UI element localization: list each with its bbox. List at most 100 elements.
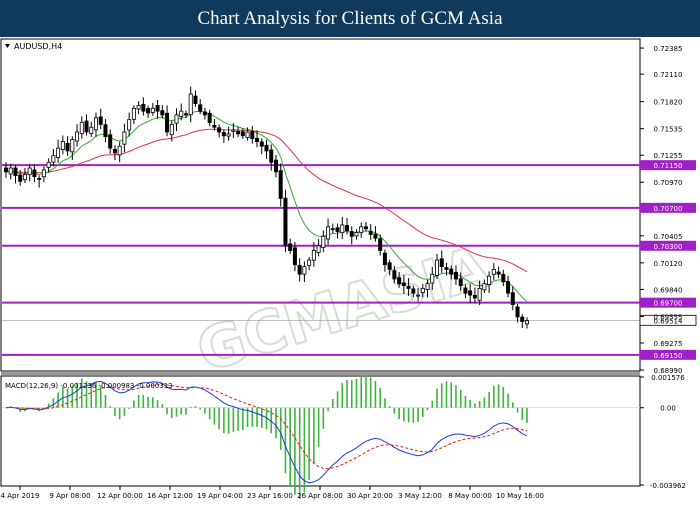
- time-tick-label: 10 May 16:00: [496, 492, 544, 500]
- candle-body: [321, 235, 326, 248]
- candle-body: [108, 134, 113, 149]
- candle-body: [463, 287, 468, 294]
- candle-body: [468, 290, 473, 296]
- price-tick-label: 0.69275: [654, 340, 683, 348]
- candle-body: [477, 288, 482, 301]
- candle-body: [56, 147, 61, 158]
- candle-body: [60, 141, 65, 151]
- candle-body: [212, 124, 217, 128]
- time-tick-label: 8 May 00:00: [448, 492, 492, 500]
- candle-body: [387, 262, 392, 270]
- candle-body: [37, 177, 42, 180]
- level-price-label: 0.70700: [654, 205, 683, 213]
- candle-body: [51, 155, 56, 163]
- price-chart[interactable]: GCMASIA 0.711500.707000.703000.697000.69…: [0, 37, 700, 500]
- time-tick-label: 30 Apr 20:00: [347, 492, 393, 500]
- candle-body: [117, 145, 122, 156]
- candle-body: [259, 141, 264, 147]
- candle-body: [207, 112, 212, 123]
- candle-body: [136, 105, 141, 110]
- candle-body: [226, 133, 231, 137]
- macd-label: MACD(12,26,9) -0.001236 -0.000983 -0.000…: [5, 382, 173, 390]
- candle-body: [316, 245, 321, 253]
- candle-body: [501, 273, 506, 283]
- candle-body: [150, 107, 155, 113]
- price-tick-label: 0.71820: [654, 99, 683, 107]
- candle-body: [89, 126, 94, 134]
- candle-body: [231, 129, 236, 132]
- candle-body: [269, 149, 274, 163]
- candle-body: [32, 169, 37, 177]
- candle-body: [420, 288, 425, 293]
- candle-body: [93, 117, 98, 131]
- candle-body: [482, 283, 487, 291]
- candle-body: [245, 131, 250, 138]
- price-tick-label: 0.72110: [654, 71, 683, 79]
- page-title: Chart Analysis for Clients of GCM Asia: [0, 0, 700, 37]
- candle-body: [359, 226, 364, 233]
- candle-body: [397, 277, 402, 285]
- candle-body: [444, 267, 449, 270]
- candle-body: [382, 252, 387, 266]
- candle-body: [141, 103, 146, 112]
- candle-body: [250, 131, 255, 140]
- macd-tick-label: 0.00: [660, 405, 676, 413]
- candle-body: [406, 285, 411, 289]
- price-tick-label: 0.69840: [654, 286, 683, 294]
- candle-body: [278, 170, 283, 199]
- time-tick-label: 9 Apr 08:00: [49, 492, 90, 500]
- candle-body: [453, 271, 458, 280]
- candle-body: [373, 233, 378, 239]
- candle-body: [79, 122, 84, 134]
- candle-body: [188, 93, 193, 116]
- candle-body: [127, 119, 132, 131]
- price-tick-label: 0.70405: [654, 233, 683, 241]
- candle-body: [103, 124, 108, 138]
- candle-body: [236, 131, 241, 135]
- time-tick-label: 16 Apr 12:00: [147, 492, 193, 500]
- candle-body: [515, 306, 520, 318]
- candle-body: [354, 232, 359, 237]
- candle-body: [363, 226, 368, 230]
- candle-body: [520, 316, 525, 323]
- candle-body: [411, 288, 416, 294]
- candle-body: [75, 131, 80, 142]
- candle-body: [8, 167, 13, 175]
- time-tick-label: 3 May 12:00: [398, 492, 442, 500]
- candle-body: [70, 139, 75, 153]
- level-price-label: 0.70300: [654, 243, 683, 251]
- candle-body: [18, 174, 23, 182]
- candle-body: [292, 247, 297, 266]
- candle-body: [193, 95, 198, 104]
- chart-panel[interactable]: GCMASIA 0.71150 0.70700 0.70300 0.69700 0.69…: [0, 37, 700, 500]
- candle-body: [221, 132, 226, 137]
- candle-body: [202, 111, 207, 116]
- candle-body: [439, 258, 444, 268]
- candle-body: [496, 271, 501, 275]
- time-tick-label: 19 Apr 04:00: [197, 492, 243, 500]
- candle-body: [401, 282, 406, 287]
- candle-body: [349, 231, 354, 237]
- candle-body: [183, 113, 188, 116]
- candle-body: [27, 167, 32, 176]
- level-price-label: 0.69150: [654, 352, 683, 360]
- symbol-label: AUDUSD,H4: [14, 42, 62, 51]
- candle-body: [4, 167, 9, 173]
- candle-body: [458, 278, 463, 287]
- candle-body: [449, 268, 454, 275]
- candle-body: [155, 105, 160, 112]
- candle-body: [435, 259, 440, 276]
- candle-body: [84, 120, 89, 133]
- candle-body: [326, 226, 331, 240]
- candle-body: [240, 131, 245, 137]
- candle-body: [302, 266, 307, 275]
- candle-body: [472, 294, 477, 299]
- candle-body: [425, 283, 430, 290]
- candle-body: [330, 228, 335, 231]
- candle-body: [510, 292, 515, 305]
- price-tick-label: 0.72385: [654, 45, 683, 53]
- candle-body: [368, 230, 373, 235]
- candle-body: [122, 131, 127, 145]
- candle-body: [378, 238, 383, 251]
- candle-body: [392, 270, 397, 280]
